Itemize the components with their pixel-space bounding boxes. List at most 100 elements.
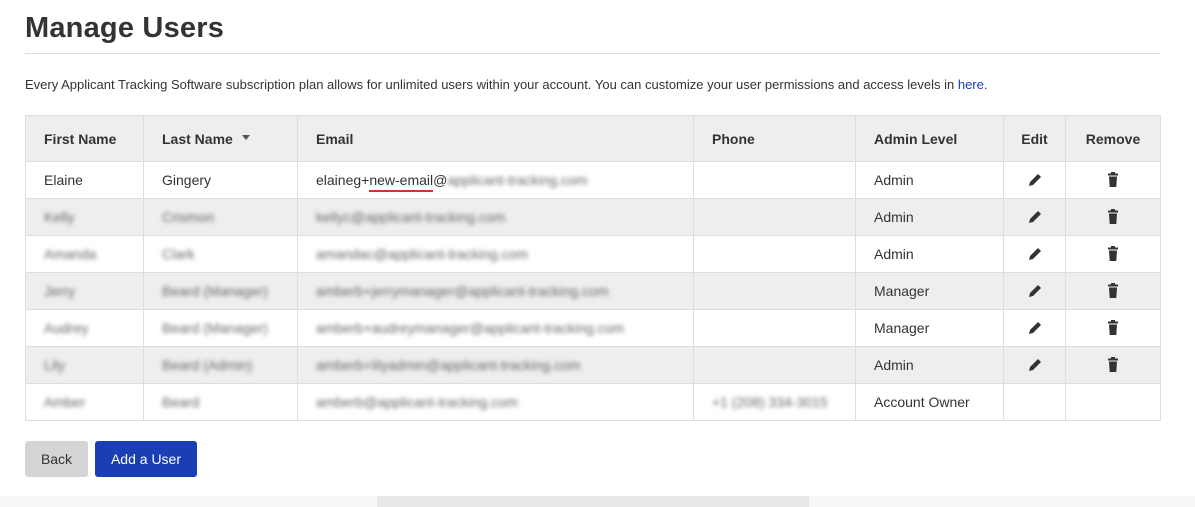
col-header-remove: Remove <box>1065 115 1161 162</box>
email-domain-redacted: applicant-tracking.com <box>447 172 588 188</box>
footer-block <box>377 496 809 507</box>
last-name-redacted: Clark <box>162 246 195 262</box>
col-header-admin-level[interactable]: Admin Level <box>855 115 1004 162</box>
table-row: Amanda Clark amandac@applicant-tracking.… <box>25 235 1161 273</box>
cell-remove <box>1065 272 1161 310</box>
first-name-redacted: Audrey <box>44 320 89 336</box>
cell-remove <box>1065 161 1161 199</box>
email-redacted: amberb+lilyadmin@applicant-tracking.com <box>316 357 581 373</box>
cell-last-name: Beard (Manager) <box>143 309 298 347</box>
cell-phone <box>693 161 856 199</box>
sort-caret-down-icon[interactable] <box>241 134 250 140</box>
cell-edit-empty <box>1003 383 1066 421</box>
email-highlight: new-email <box>369 172 434 192</box>
trash-icon[interactable] <box>1104 245 1122 263</box>
cell-first-name: Amber <box>25 383 144 421</box>
cell-remove <box>1065 235 1161 273</box>
manage-users-page: Manage Users Every Applicant Tracking So… <box>0 0 1195 507</box>
add-user-button[interactable]: Add a User <box>95 441 197 477</box>
cell-admin-level: Admin <box>855 198 1004 236</box>
cell-admin-level: Account Owner <box>855 383 1004 421</box>
email-value: elaineg+new-email @applicant-tracking.com <box>316 172 588 192</box>
cell-remove-empty <box>1065 383 1161 421</box>
trash-icon[interactable] <box>1104 319 1122 337</box>
trash-icon[interactable] <box>1104 208 1122 226</box>
cell-phone <box>693 235 856 273</box>
table-row: Lily Beard (Admin) amberb+lilyadmin@appl… <box>25 346 1161 384</box>
col-header-edit: Edit <box>1003 115 1066 162</box>
col-header-first-name[interactable]: First Name <box>25 115 144 162</box>
pencil-icon[interactable] <box>1026 245 1044 263</box>
table-row: Amber Beard amberb@applicant-tracking.co… <box>25 383 1161 421</box>
cell-email: kellyc@applicant-tracking.com <box>297 198 694 236</box>
last-name-redacted: Beard (Manager) <box>162 320 268 336</box>
trash-icon[interactable] <box>1104 356 1122 374</box>
pencil-icon[interactable] <box>1026 356 1044 374</box>
intro-text: Every Applicant Tracking Software subscr… <box>25 77 1165 92</box>
intro-end: . <box>983 77 988 92</box>
email-prefix: elaineg+ <box>316 172 370 188</box>
cell-admin-level: Manager <box>855 309 1004 347</box>
last-name-redacted: Beard (Manager) <box>162 283 268 299</box>
pencil-icon[interactable] <box>1026 319 1044 337</box>
cell-first-name: Audrey <box>25 309 144 347</box>
table-row: Jerry Beard (Manager) amberb+jerrymanage… <box>25 272 1161 310</box>
cell-edit <box>1003 309 1066 347</box>
first-name-redacted: Jerry <box>44 283 76 299</box>
cell-edit <box>1003 346 1066 384</box>
red-underline-annotation <box>369 190 434 192</box>
users-table: First Name Last Name Email Phone Admin L… <box>25 115 1161 421</box>
cell-edit <box>1003 272 1066 310</box>
trash-icon[interactable] <box>1104 171 1122 189</box>
cell-first-name: Lily <box>25 346 144 384</box>
cell-remove <box>1065 309 1161 347</box>
cell-edit <box>1003 161 1066 199</box>
cell-first-name: Jerry <box>25 272 144 310</box>
table-row: Kelly Crismon kellyc@applicant-tracking.… <box>25 198 1161 236</box>
email-redacted: amberb+jerrymanager@applicant-tracking.c… <box>316 283 609 299</box>
first-name-redacted: Kelly <box>44 209 75 225</box>
last-name-header-label: Last Name <box>162 130 233 147</box>
col-header-phone[interactable]: Phone <box>693 115 856 162</box>
cell-admin-level: Admin <box>855 346 1004 384</box>
cell-last-name: Gingery <box>143 161 298 199</box>
phone-redacted: +1 (208) 334-3015 <box>712 394 828 410</box>
cell-phone <box>693 272 856 310</box>
cell-last-name: Crismon <box>143 198 298 236</box>
cell-last-name: Clark <box>143 235 298 273</box>
pencil-icon[interactable] <box>1026 282 1044 300</box>
cell-remove <box>1065 198 1161 236</box>
cell-email: amberb+lilyadmin@applicant-tracking.com <box>297 346 694 384</box>
cell-first-name: Kelly <box>25 198 144 236</box>
cell-phone <box>693 309 856 347</box>
intro-body: Every Applicant Tracking Software subscr… <box>25 77 958 92</box>
cell-remove <box>1065 346 1161 384</box>
page-title: Manage Users <box>25 12 225 44</box>
cell-email: amandac@applicant-tracking.com <box>297 235 694 273</box>
back-button[interactable]: Back <box>25 441 88 477</box>
pencil-icon[interactable] <box>1026 171 1044 189</box>
table-row: Elaine Gingery elaineg+new-email @applica… <box>25 161 1161 199</box>
col-header-last-name[interactable]: Last Name <box>143 115 298 162</box>
cell-email: amberb+jerrymanager@applicant-tracking.c… <box>297 272 694 310</box>
cell-edit <box>1003 198 1066 236</box>
email-highlight-text: new-email <box>369 172 434 188</box>
cell-email: elaineg+new-email @applicant-tracking.com <box>297 161 694 199</box>
permissions-link[interactable]: here <box>958 77 984 92</box>
last-name-redacted: Beard <box>162 394 200 410</box>
cell-phone <box>693 198 856 236</box>
cell-last-name: Beard <box>143 383 298 421</box>
first-name-redacted: Lily <box>44 357 66 373</box>
cell-admin-level: Manager <box>855 272 1004 310</box>
pencil-icon[interactable] <box>1026 208 1044 226</box>
cell-last-name: Beard (Admin) <box>143 346 298 384</box>
cell-phone: +1 (208) 334-3015 <box>693 383 856 421</box>
trash-icon[interactable] <box>1104 282 1122 300</box>
col-header-email[interactable]: Email <box>297 115 694 162</box>
last-name-redacted: Beard (Admin) <box>162 357 253 373</box>
first-name-redacted: Amber <box>44 394 86 410</box>
table-row: Audrey Beard (Manager) amberb+audreymana… <box>25 309 1161 347</box>
cell-admin-level: Admin <box>855 161 1004 199</box>
email-redacted: amberb+audreymanager@applicant-tracking.… <box>316 320 624 336</box>
table-header-row: First Name Last Name Email Phone Admin L… <box>25 115 1161 162</box>
